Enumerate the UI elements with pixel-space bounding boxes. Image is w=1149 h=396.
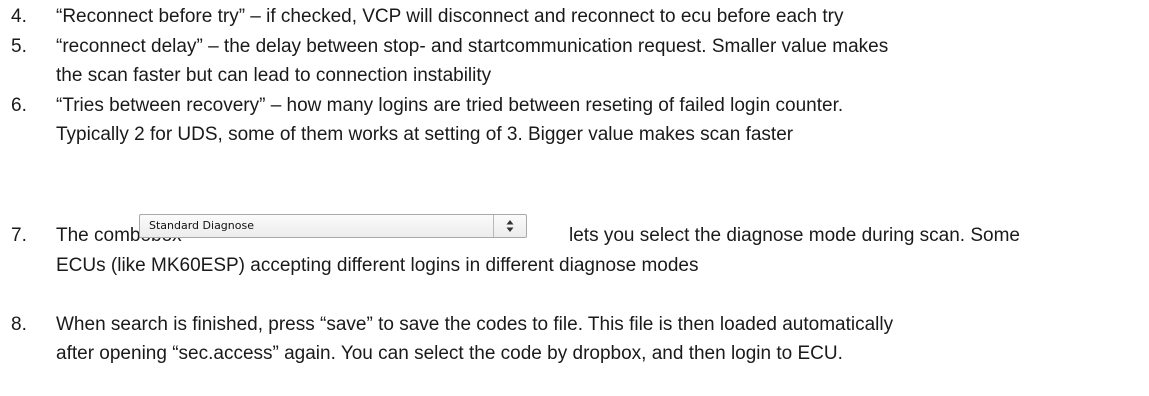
list-item-text: “Reconnect before try” – if checked, VCP… [56, 6, 844, 27]
list-item-text: the scan faster but can lead to connecti… [56, 65, 492, 86]
list-item-number: 5. [11, 36, 27, 57]
list-item-text: after opening “sec.access” again. You ca… [56, 343, 843, 364]
list-item-text: “reconnect delay” – the delay between st… [56, 36, 889, 57]
list-item-number: 6. [11, 95, 27, 116]
document-page: 4. “Reconnect before try” – if checked, … [0, 0, 1149, 396]
list-item-text: “Tries between recovery” – how many logi… [56, 95, 844, 116]
list-item-text: When search is finished, press “save” to… [56, 314, 894, 335]
list-item-number: 7. [11, 225, 27, 246]
combobox-selected-value: Standard Diagnose [149, 219, 254, 232]
list-item-text: Typically 2 for UDS, some of them works … [56, 124, 794, 145]
list-item-number: 4. [11, 6, 27, 27]
diagnose-mode-combobox[interactable]: Standard Diagnose [139, 214, 527, 238]
list-item-number: 8. [11, 314, 27, 335]
updown-arrows-icon [493, 215, 526, 237]
list-item-text: ECUs (like MK60ESP) accepting different … [56, 255, 699, 276]
list-item-text: lets you select the diagnose mode during… [569, 225, 1020, 246]
